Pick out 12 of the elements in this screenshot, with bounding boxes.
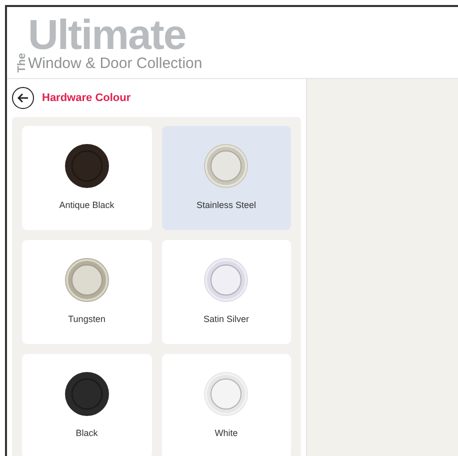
logo-title: Ultimate <box>28 15 186 55</box>
back-button[interactable] <box>12 87 34 109</box>
logo-prefix: The <box>17 53 28 73</box>
colour-option[interactable]: Antique Black <box>22 126 152 230</box>
colour-option[interactable]: Satin Silver <box>162 240 291 344</box>
colour-option[interactable]: Tungsten <box>22 240 152 344</box>
colour-option[interactable]: Stainless Steel <box>162 126 291 230</box>
panel-title: Hardware Colour <box>42 90 131 106</box>
logo-subtitle: Window & Door Collection <box>28 55 202 73</box>
colour-option[interactable]: White <box>162 354 291 456</box>
back-arrow-icon <box>17 92 29 104</box>
colour-option[interactable]: Black <box>22 354 152 456</box>
